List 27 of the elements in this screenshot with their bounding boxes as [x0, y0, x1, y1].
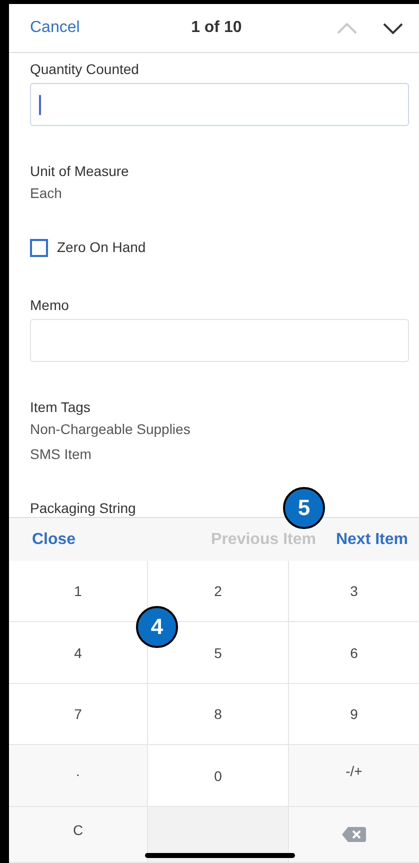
keypad-key[interactable]: .: [9, 745, 148, 807]
checkbox-label: Zero On Hand: [57, 239, 146, 255]
keypad-key[interactable]: 7: [9, 684, 148, 745]
field-label: Quantity Counted: [30, 61, 139, 77]
input-field[interactable]: [30, 319, 409, 362]
next-item-button[interactable]: Next Item: [336, 530, 408, 548]
field-value: Each: [30, 185, 62, 201]
field-label: Item Tags: [30, 399, 90, 415]
keypad-key[interactable]: 0: [148, 745, 289, 807]
field-label: Unit of Measure: [30, 163, 129, 179]
field-value: Non-Chargeable Supplies: [30, 421, 190, 437]
text-cursor: [39, 94, 41, 114]
step-callout: 5: [283, 487, 325, 529]
checkbox[interactable]: [30, 239, 48, 257]
item-position: 1 of 10: [190, 19, 243, 37]
field-label: Packaging String: [30, 500, 136, 516]
cancel-button[interactable]: Cancel: [30, 19, 80, 37]
backspace-key[interactable]: [289, 807, 419, 863]
field-label: Memo: [30, 297, 69, 313]
keypad-key[interactable]: C: [9, 807, 148, 863]
keypad-key[interactable]: 8: [148, 684, 289, 745]
keypad-key[interactable]: 1: [9, 561, 148, 622]
keypad-key[interactable]: -/+: [289, 745, 419, 807]
input-field[interactable]: [30, 83, 409, 126]
close-button[interactable]: Close: [32, 530, 76, 548]
backspace-icon: [342, 827, 366, 842]
field-value: SMS Item: [30, 446, 92, 462]
